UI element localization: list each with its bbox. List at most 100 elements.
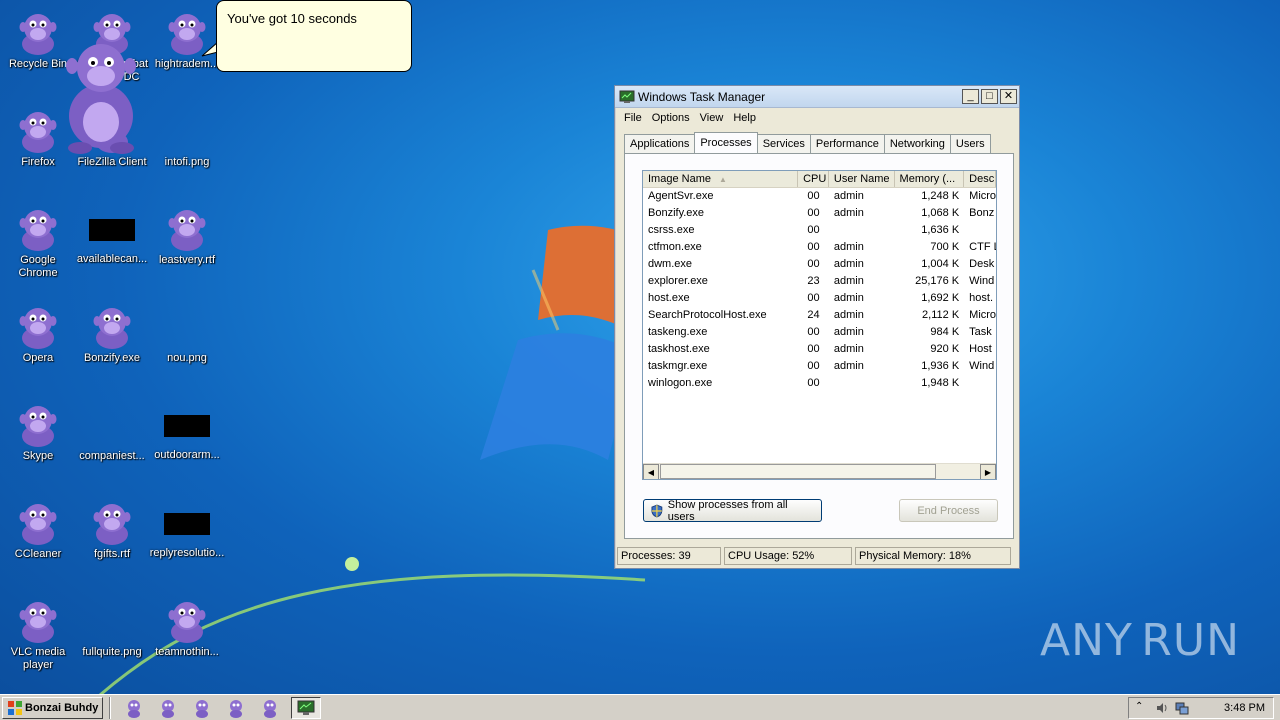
tab-users[interactable]: Users — [949, 134, 991, 153]
desktop-icon[interactable]: VLC media player — [0, 596, 76, 672]
column-image-name[interactable]: Image Name ▲ — [643, 171, 799, 187]
cell-user-name: admin — [833, 309, 864, 321]
horizontal-scrollbar[interactable]: ◀ ▶ — [643, 463, 996, 479]
cell-cpu: 00 — [807, 326, 820, 338]
desktop-icon[interactable]: fgifts.rtf — [74, 498, 150, 561]
network-icon[interactable] — [1175, 701, 1189, 715]
start-button[interactable]: Bonzai Buhdy — [2, 696, 104, 719]
desktop-icon[interactable]: leastvery.rtf — [149, 204, 225, 267]
cell-memory: 700 K — [930, 241, 960, 253]
desktop-icon[interactable]: Google Chrome — [0, 204, 76, 280]
bonzi-icon — [88, 498, 136, 546]
table-row[interactable]: Bonzify.exe 00 admin 1,068 K Bonz — [643, 205, 996, 222]
menu-file[interactable]: File — [619, 112, 647, 124]
process-list[interactable]: Image Name ▲ CPU User Name Memory (... De… — [642, 170, 997, 480]
desktop-icon[interactable]: nou.png — [149, 302, 225, 365]
bonzi-icon — [14, 204, 62, 252]
minimize-button[interactable]: _ — [962, 89, 979, 104]
desktop-icon[interactable]: fullquite.png — [74, 596, 150, 659]
quick-launch-bonzi-icon[interactable] — [225, 697, 247, 719]
cell-description: Desk — [969, 258, 995, 270]
desktop-icon[interactable]: CCleaner — [0, 498, 76, 561]
minimize-icon: _ — [967, 90, 974, 102]
table-row[interactable]: winlogon.exe 00 1,948 K — [643, 375, 996, 392]
tab-applications[interactable]: Applications — [624, 134, 696, 153]
desktop-icon[interactable]: Skype — [0, 400, 76, 463]
desktop-icon[interactable]: companiest... — [74, 400, 150, 463]
table-row[interactable]: ctfmon.exe 00 admin 700 K CTF L — [643, 239, 996, 256]
desktop-icon[interactable]: outdoorarm... — [149, 400, 225, 462]
maximize-button[interactable]: □ — [981, 89, 998, 104]
title-bar[interactable]: Windows Task Manager _ □ ✕ — [615, 86, 1019, 108]
desktop-icon[interactable]: Bonzify.exe — [74, 302, 150, 365]
cell-memory: 1,004 K — [921, 258, 960, 270]
desktop-icon-label: Firefox — [21, 156, 55, 168]
cell-image-name: SearchProtocolHost.exe — [648, 309, 767, 321]
desktop-icon[interactable]: intofi.png — [149, 106, 225, 169]
tab-services[interactable]: Services — [756, 134, 811, 153]
table-row[interactable]: taskhost.exe 00 admin 920 K Host — [643, 341, 996, 358]
desktop-icon[interactable]: replyresolutio... — [149, 498, 225, 560]
cell-cpu: 00 — [807, 360, 820, 372]
table-row[interactable]: csrss.exe 00 1,636 K — [643, 222, 996, 239]
column-memory[interactable]: Memory (... — [895, 171, 965, 187]
quick-launch-bonzi-icon[interactable] — [123, 697, 145, 719]
cell-user-name: admin — [833, 207, 864, 219]
cell-memory: 1,068 K — [921, 207, 960, 219]
menu-options[interactable]: Options — [647, 112, 695, 124]
uac-shield-icon — [651, 504, 663, 517]
end-process-button[interactable]: End Process — [899, 499, 998, 522]
quick-launch-bonzi-icon[interactable] — [157, 697, 179, 719]
bonzi-buddy-character[interactable] — [58, 38, 144, 156]
table-row[interactable]: SearchProtocolHost.exe 24 admin 2,112 K Micr… — [643, 307, 996, 324]
bonzi-icon — [88, 302, 136, 350]
table-row[interactable]: taskeng.exe 00 admin 984 K Task — [643, 324, 996, 341]
desktop-icon-label: Skype — [22, 450, 54, 462]
cell-cpu: 00 — [807, 258, 820, 270]
volume-icon[interactable] — [1155, 701, 1169, 715]
column-user-name[interactable]: User Name — [829, 171, 895, 187]
cell-memory: 1,948 K — [921, 377, 960, 389]
desktop-icon-label: CCleaner — [14, 548, 62, 560]
bonzi-icon — [14, 596, 62, 644]
column-cpu[interactable]: CPU — [798, 171, 829, 187]
menu-view[interactable]: View — [695, 112, 729, 124]
close-button[interactable]: ✕ — [1000, 89, 1017, 104]
column-description[interactable]: Desc — [964, 171, 996, 187]
desktop-icon[interactable]: teamnothin... — [149, 596, 225, 659]
cell-image-name: taskeng.exe — [648, 326, 708, 338]
table-row[interactable]: taskmgr.exe 00 admin 1,936 K Wind — [643, 358, 996, 375]
cell-description: host. — [969, 292, 994, 304]
menu-help[interactable]: Help — [728, 112, 761, 124]
quick-launch-bonzi-icon[interactable] — [259, 697, 281, 719]
task-manager-window[interactable]: Windows Task Manager _ □ ✕ File Options … — [614, 85, 1020, 569]
quick-launch-bonzi-icon[interactable] — [191, 697, 213, 719]
task-manager-icon — [619, 90, 635, 103]
image-thumbnail-icon — [164, 415, 210, 437]
clock[interactable]: 3:48 PM — [1224, 702, 1265, 714]
cell-memory: 920 K — [930, 343, 960, 355]
scroll-thumb[interactable] — [660, 464, 936, 479]
cell-image-name: host.exe — [648, 292, 690, 304]
taskbar-task-manager-button[interactable] — [291, 696, 322, 719]
cell-image-name: taskhost.exe — [648, 343, 710, 355]
tab-performance[interactable]: Performance — [809, 134, 885, 153]
cell-description: Task — [969, 326, 992, 338]
show-all-processes-button[interactable]: Show processes from all users — [643, 499, 822, 523]
table-row[interactable]: host.exe 00 admin 1,692 K host. — [643, 290, 996, 307]
scroll-left-button[interactable]: ◀ — [643, 464, 659, 479]
task-manager-icon — [297, 700, 315, 715]
table-row[interactable]: AgentSvr.exe 00 admin 1,248 K Micro — [643, 188, 996, 205]
tab-networking[interactable]: Networking — [883, 134, 951, 153]
desktop-icon[interactable]: availablecan... — [74, 204, 150, 266]
table-row[interactable]: explorer.exe 23 admin 25,176 K Wind — [643, 273, 996, 290]
desktop-icon-label: Google Chrome — [18, 254, 58, 279]
table-row[interactable]: dwm.exe 00 admin 1,004 K Desk — [643, 256, 996, 273]
scroll-right-button[interactable]: ▶ — [980, 464, 996, 479]
tab-processes[interactable]: Processes — [694, 132, 758, 153]
cell-memory: 1,636 K — [921, 224, 960, 236]
cell-user-name — [829, 375, 895, 392]
cell-user-name: admin — [833, 292, 864, 304]
show-hidden-icons-icon[interactable]: ⌃ — [1135, 701, 1149, 715]
desktop-icon[interactable]: Opera — [0, 302, 76, 365]
